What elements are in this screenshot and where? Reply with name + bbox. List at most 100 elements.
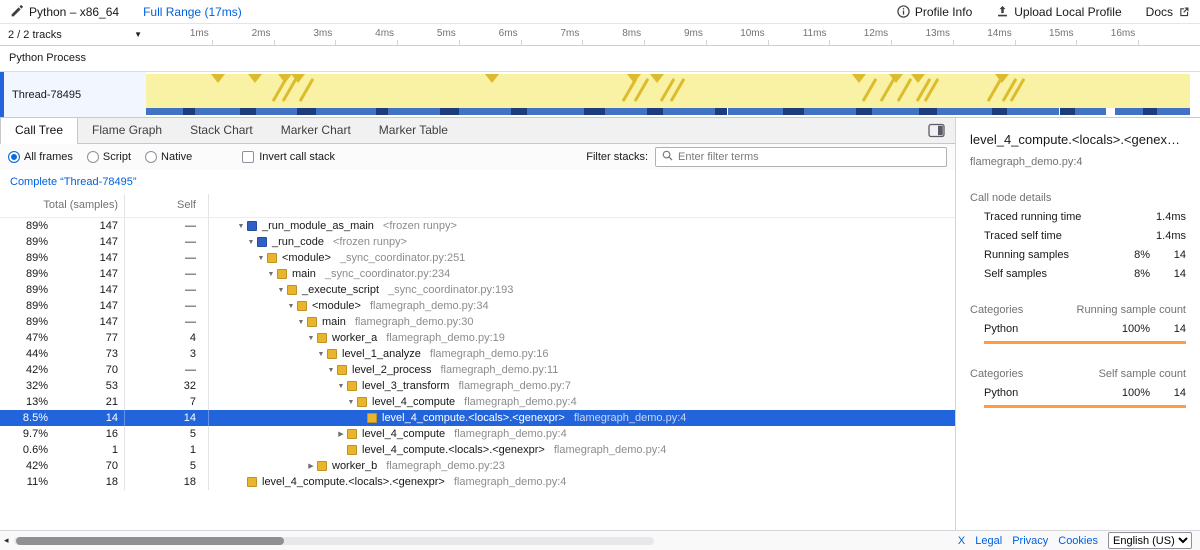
expander-open-icon[interactable]: ▼ <box>265 271 277 278</box>
call-tree-row[interactable]: 47%774▼worker_aflamegraph_demo.py:19 <box>0 330 955 346</box>
horizontal-scrollbar[interactable] <box>14 537 654 545</box>
call-tree-row[interactable]: 13%217▼level_4_computeflamegraph_demo.py… <box>0 394 955 410</box>
row-total-percent: 47% <box>0 332 48 344</box>
filter-input[interactable] <box>678 151 940 163</box>
row-function-cell: level_4_compute.<locals>.<genexpr>flameg… <box>209 442 955 458</box>
expander-open-icon[interactable]: ▼ <box>245 239 257 246</box>
panel-tab-bar: Call TreeFlame GraphStack ChartMarker Ch… <box>0 118 955 144</box>
time-tick-label: 9ms <box>684 28 703 39</box>
call-tree-row[interactable]: 8.5%1414level_4_compute.<locals>.<genexp… <box>0 410 955 426</box>
call-tree-row[interactable]: 11%1818level_4_compute.<locals>.<genexpr… <box>0 474 955 490</box>
tick-mark <box>582 40 583 45</box>
tab-marker-table[interactable]: Marker Table <box>365 118 462 143</box>
radio-native[interactable]: Native <box>145 151 192 163</box>
tab-marker-chart[interactable]: Marker Chart <box>267 118 365 143</box>
expander-open-icon[interactable]: ▼ <box>335 383 347 390</box>
tracks-dropdown[interactable]: 2 / 2 tracks ▼ <box>0 24 150 45</box>
call-tree-row[interactable]: 42%705▶worker_bflamegraph_demo.py:23 <box>0 458 955 474</box>
footer-link-cookies[interactable]: Cookies <box>1058 535 1098 547</box>
call-tree-row[interactable]: 32%5332▼level_3_transformflamegraph_demo… <box>0 378 955 394</box>
function-file: <frozen runpy> <box>333 236 407 248</box>
process-track-header[interactable]: Python Process <box>0 46 1200 72</box>
expander-open-icon[interactable]: ▼ <box>345 399 357 406</box>
category-icon <box>337 365 347 375</box>
row-total-percent: 11% <box>0 476 48 488</box>
full-range-link[interactable]: Full Range (17ms) <box>143 5 242 19</box>
upload-local-profile-button[interactable]: Upload Local Profile <box>996 5 1121 19</box>
breadcrumb-complete-thread[interactable]: Complete “Thread-78495” <box>10 176 137 188</box>
function-name: level_4_compute.<locals>.<genexpr> <box>362 444 545 456</box>
scroll-left-icon[interactable]: ◂ <box>4 535 9 546</box>
expander-open-icon[interactable]: ▼ <box>315 351 327 358</box>
call-tree-row[interactable]: 89%147—▼<module>flamegraph_demo.py:34 <box>0 298 955 314</box>
tab-call-tree[interactable]: Call Tree <box>0 118 78 144</box>
column-self[interactable]: Self <box>125 194 209 217</box>
call-tree-header: Total (samples) Self <box>0 194 955 218</box>
marker-triangle-icon <box>650 74 664 83</box>
call-tree-row[interactable]: 0.6%11level_4_compute.<locals>.<genexpr>… <box>0 442 955 458</box>
expander-open-icon[interactable]: ▼ <box>285 303 297 310</box>
language-select[interactable]: English (US) <box>1108 532 1192 549</box>
profile-info-button[interactable]: Profile Info <box>897 5 972 19</box>
expander-open-icon[interactable]: ▼ <box>275 287 287 294</box>
radio-script[interactable]: Script <box>87 151 131 163</box>
call-tree-row[interactable]: 89%147—▼_run_module_as_main<frozen runpy… <box>0 218 955 234</box>
row-function-cell: ▼_run_code<frozen runpy> <box>209 234 955 250</box>
category-percent: 100% <box>1108 323 1150 335</box>
expander-closed-icon[interactable]: ▶ <box>305 462 317 470</box>
detail-label: Traced self time <box>984 230 1108 242</box>
sidebar-toggle-button[interactable] <box>928 123 945 138</box>
expander-open-icon[interactable]: ▼ <box>305 335 317 342</box>
function-name: level_4_compute.<locals>.<genexpr> <box>262 476 445 488</box>
expander-open-icon[interactable]: ▼ <box>295 319 307 326</box>
radio-all-frames[interactable]: All frames <box>8 151 73 163</box>
call-tree-row[interactable]: 44%733▼level_1_analyzeflamegraph_demo.py… <box>0 346 955 362</box>
sample-segment <box>663 108 715 115</box>
scrollbar-thumb[interactable] <box>16 537 284 545</box>
x-link[interactable]: X <box>958 535 965 547</box>
sample-segment <box>856 108 872 115</box>
footer-link-legal[interactable]: Legal <box>975 535 1002 547</box>
edit-profile-name-icon[interactable] <box>10 5 23 18</box>
thread-activity-graph[interactable] <box>146 72 1190 117</box>
row-self-samples: 14 <box>125 410 209 426</box>
expander-closed-icon[interactable]: ▶ <box>335 430 347 438</box>
call-tree-row[interactable]: 89%147—▼_execute_script_sync_coordinator… <box>0 282 955 298</box>
activity-area <box>146 74 1190 108</box>
expander-open-icon[interactable]: ▼ <box>235 223 247 230</box>
time-tick-label: 1ms <box>190 28 209 39</box>
footer-link-privacy[interactable]: Privacy <box>1012 535 1048 547</box>
column-total-samples[interactable]: Total (samples) <box>0 194 125 217</box>
time-tick-label: 2ms <box>252 28 271 39</box>
tick-mark <box>521 40 522 45</box>
row-self-samples: 1 <box>125 442 209 458</box>
call-tree-row[interactable]: 89%147—▼<module>_sync_coordinator.py:251 <box>0 250 955 266</box>
time-tick-label: 13ms <box>925 28 949 39</box>
tab-stack-chart[interactable]: Stack Chart <box>176 118 267 143</box>
call-tree-row[interactable]: 89%147—▼mainflamegraph_demo.py:30 <box>0 314 955 330</box>
row-function-cell: ▶worker_bflamegraph_demo.py:23 <box>209 458 955 474</box>
expander-open-icon[interactable]: ▼ <box>255 255 267 262</box>
sample-segment <box>1143 108 1157 115</box>
thread-track-label-cell[interactable]: Thread-78495 <box>0 72 146 117</box>
row-total-percent: 9.7% <box>0 428 48 440</box>
filter-search-box[interactable] <box>655 147 947 167</box>
function-file: flamegraph_demo.py:4 <box>574 412 687 424</box>
call-tree-row[interactable]: 42%70—▼level_2_processflamegraph_demo.py… <box>0 362 955 378</box>
call-tree-row[interactable]: 9.7%165▶level_4_computeflamegraph_demo.p… <box>0 426 955 442</box>
invert-call-stack-checkbox[interactable]: Invert call stack <box>242 151 335 163</box>
docs-button[interactable]: Docs <box>1146 5 1190 19</box>
expander-open-icon[interactable]: ▼ <box>325 367 337 374</box>
thread-label: Thread-78495 <box>12 89 81 101</box>
sample-segment <box>1075 108 1106 115</box>
row-self-samples: 5 <box>125 458 209 474</box>
sample-count-label: Self sample count <box>1099 368 1186 380</box>
tab-flame-graph[interactable]: Flame Graph <box>78 118 176 143</box>
categories-label: Categories <box>970 304 1077 316</box>
checkbox-icon <box>242 151 254 163</box>
call-tree-row[interactable]: 89%147—▼main_sync_coordinator.py:234 <box>0 266 955 282</box>
thread-track[interactable]: Thread-78495 <box>0 72 1200 118</box>
call-tree-row[interactable]: 89%147—▼_run_code<frozen runpy> <box>0 234 955 250</box>
function-name: main <box>292 268 316 280</box>
marker-triangle-icon <box>911 74 925 83</box>
